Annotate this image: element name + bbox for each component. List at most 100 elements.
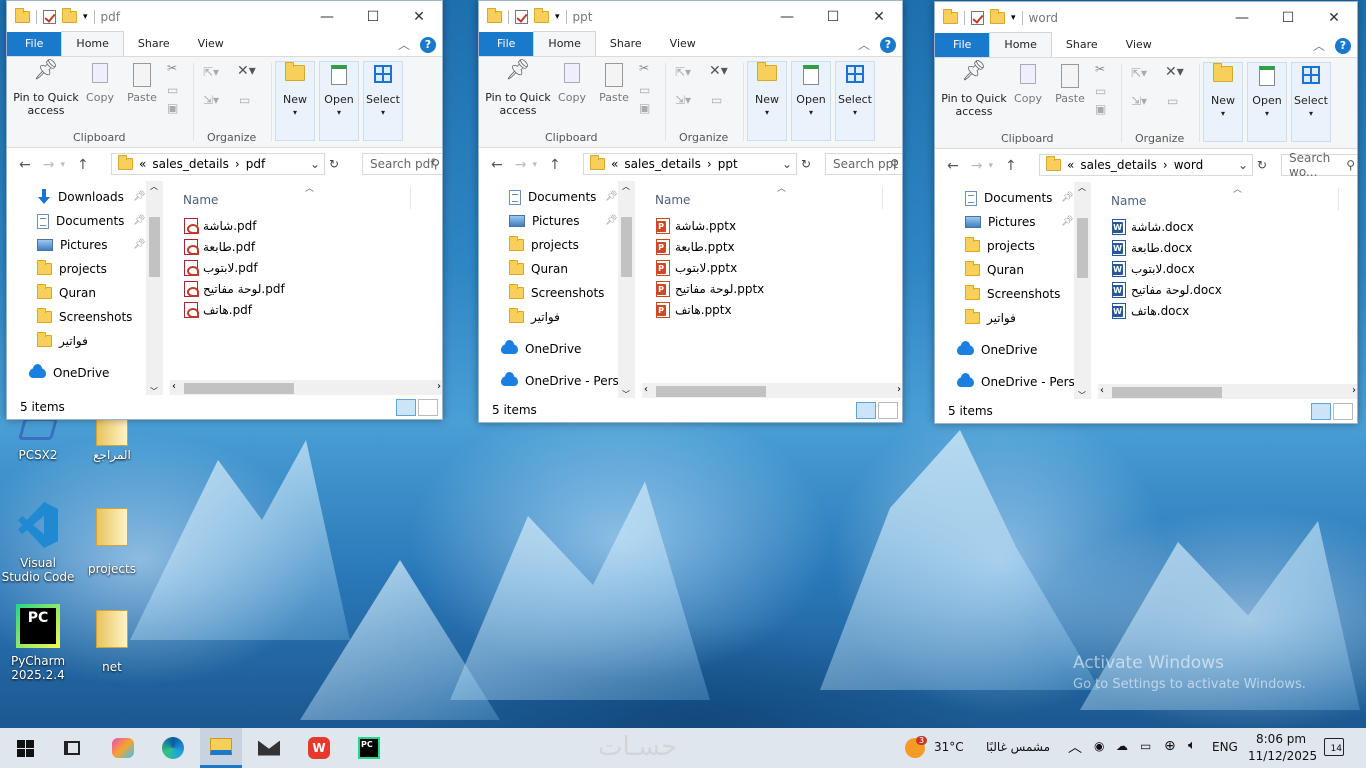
tab-file[interactable]: File <box>935 33 990 57</box>
details-view-button[interactable] <box>1311 403 1331 420</box>
battery-icon[interactable]: ▭ <box>1140 739 1151 753</box>
recent-locations-icon[interactable]: ▾ <box>988 161 993 171</box>
title-bar[interactable]: ▾ word — ☐ ✕ <box>935 2 1357 33</box>
up-arrow-icon[interactable]: ↑ <box>1005 158 1017 174</box>
paste-button[interactable]: Paste <box>125 63 159 104</box>
breadcrumb-item[interactable]: sales_details <box>152 157 229 171</box>
rename-icon[interactable]: ▭ <box>239 93 250 107</box>
scroll-up-icon[interactable]: ︿ <box>622 181 630 192</box>
weather-widget[interactable]: 3 <box>902 728 928 768</box>
tab-view[interactable]: View <box>656 32 710 56</box>
file-item[interactable]: شاشة.pptx <box>656 215 736 236</box>
nav-item-3[interactable]: projects <box>37 257 107 281</box>
close-button[interactable]: ✕ <box>856 1 902 32</box>
horizontal-scroll-thumb[interactable] <box>656 386 766 397</box>
select-button[interactable]: Select ▾ <box>835 65 875 119</box>
file-item[interactable]: لابتوب.pdf <box>184 257 258 278</box>
rename-icon[interactable]: ▭ <box>1167 94 1178 108</box>
address-dropdown-icon[interactable]: ⌄ <box>1238 158 1248 172</box>
customize-quick-access-icon[interactable]: ▾ <box>555 12 560 22</box>
nav-item-7[interactable]: OneDrive - Persor <box>957 370 1087 394</box>
breadcrumb-item[interactable]: sales_details <box>624 157 701 171</box>
address-box[interactable]: « sales_details › pdf ⌄ <box>111 153 325 175</box>
new-folder-icon[interactable] <box>62 7 77 23</box>
nav-item-2[interactable]: projects <box>509 233 579 257</box>
search-input[interactable]: Search pdf ⚲ <box>362 153 442 175</box>
recent-locations-icon[interactable]: ▾ <box>60 160 65 170</box>
minimize-button[interactable]: — <box>1219 2 1265 33</box>
scroll-left-icon[interactable]: ‹ <box>644 384 648 395</box>
scroll-left-icon[interactable]: ‹ <box>1100 385 1104 396</box>
cut-icon[interactable]: ✂ <box>639 61 649 75</box>
file-item[interactable]: هاتف.docx <box>1112 300 1189 321</box>
paste-shortcut-icon[interactable]: ▣ <box>167 101 178 115</box>
collapse-ribbon-icon[interactable]: ︿ <box>398 36 410 53</box>
cut-icon[interactable]: ✂ <box>167 61 177 75</box>
tab-share[interactable]: Share <box>596 32 656 56</box>
collapse-ribbon-icon[interactable]: ︿ <box>1313 37 1325 54</box>
up-arrow-icon[interactable]: ↑ <box>549 157 561 173</box>
move-to-icon[interactable]: ⇱▾ <box>203 65 219 79</box>
tab-home[interactable]: Home <box>989 32 1052 57</box>
customize-quick-access-icon[interactable]: ▾ <box>83 12 88 22</box>
nav-item-3[interactable]: Quran <box>509 257 568 281</box>
breadcrumb-item[interactable]: pdf <box>246 157 265 171</box>
desktop-icon-projects[interactable]: projects <box>74 502 150 576</box>
help-icon[interactable]: ? <box>420 36 436 53</box>
tab-home[interactable]: Home <box>533 31 596 56</box>
move-to-icon[interactable]: ⇱▾ <box>1131 66 1147 80</box>
desktop-icon-pcsx2[interactable]: PCSX2 <box>0 418 76 462</box>
file-item[interactable]: لابتوب.docx <box>1112 258 1195 279</box>
horizontal-scroll-thumb[interactable] <box>1112 387 1222 398</box>
refresh-icon[interactable]: ↻ <box>1257 158 1267 172</box>
weather-temp[interactable]: 31°C <box>934 740 964 754</box>
cut-icon[interactable]: ✂ <box>1095 62 1105 76</box>
file-item[interactable]: لوحة مفاتيح.pdf <box>184 278 285 299</box>
task-view-button[interactable] <box>58 728 86 768</box>
column-header-name[interactable]: Name <box>1111 194 1146 208</box>
nav-item-0[interactable]: Documents <box>965 186 1052 210</box>
nav-item-1[interactable]: Pictures <box>965 210 1036 234</box>
copy-button[interactable]: Copy <box>83 63 117 104</box>
select-button[interactable]: Select ▾ <box>1291 66 1331 120</box>
back-arrow-icon[interactable]: ← <box>19 157 31 173</box>
nav-item-4[interactable]: Screenshots <box>509 281 604 305</box>
new-folder-icon[interactable] <box>534 7 549 23</box>
breadcrumb-overflow[interactable]: « <box>139 157 146 171</box>
nav-item-4[interactable]: Screenshots <box>965 282 1060 306</box>
close-button[interactable]: ✕ <box>396 1 442 32</box>
paste-shortcut-icon[interactable]: ▣ <box>1095 102 1106 116</box>
copy-to-icon[interactable]: ⇲▾ <box>675 93 691 107</box>
maximize-button[interactable]: ☐ <box>350 1 396 32</box>
copy-path-icon[interactable]: ▭ <box>1095 84 1106 98</box>
pin-to-quick-access-button[interactable]: 📌︎ Pin to Quick access <box>483 59 553 117</box>
search-input[interactable]: Search wo... ⚲ <box>1281 151 1357 179</box>
nav-item-5[interactable]: فواتير <box>965 306 1016 330</box>
minimize-button[interactable]: — <box>304 1 350 32</box>
nav-scrollbar[interactable]: ︿ ﹀ <box>618 181 635 400</box>
scroll-right-icon[interactable]: › <box>1352 385 1356 396</box>
refresh-icon[interactable]: ↻ <box>329 157 339 171</box>
back-arrow-icon[interactable]: ← <box>491 157 503 173</box>
large-icons-view-button[interactable] <box>418 399 438 416</box>
nav-item-4[interactable]: Quran <box>37 281 96 305</box>
properties-icon[interactable] <box>971 10 984 25</box>
paste-button[interactable]: Paste <box>597 63 631 104</box>
file-item[interactable]: لوحة مفاتيح.docx <box>1112 279 1222 300</box>
desktop-icon-pycharm[interactable]: PC PyCharm 2025.2.4 <box>0 604 76 682</box>
column-divider[interactable] <box>410 187 411 209</box>
nav-item-5[interactable]: Screenshots <box>37 305 132 329</box>
large-icons-view-button[interactable] <box>1333 403 1353 420</box>
refresh-icon[interactable]: ↻ <box>801 157 811 171</box>
nav-scroll-thumb[interactable] <box>621 217 632 277</box>
large-icons-view-button[interactable] <box>878 402 898 419</box>
open-button[interactable]: Open ▾ <box>319 65 359 119</box>
pin-to-quick-access-button[interactable]: 📌︎ Pin to Quick access <box>939 60 1009 118</box>
nav-item-7[interactable]: OneDrive - Persor <box>501 369 631 393</box>
open-button[interactable]: Open ▾ <box>1247 66 1287 120</box>
tab-view[interactable]: View <box>184 32 238 56</box>
minimize-button[interactable]: — <box>764 1 810 32</box>
nav-item-0[interactable]: Downloads <box>37 185 124 209</box>
details-view-button[interactable] <box>856 402 876 419</box>
breadcrumb-item[interactable]: sales_details <box>1080 158 1157 172</box>
